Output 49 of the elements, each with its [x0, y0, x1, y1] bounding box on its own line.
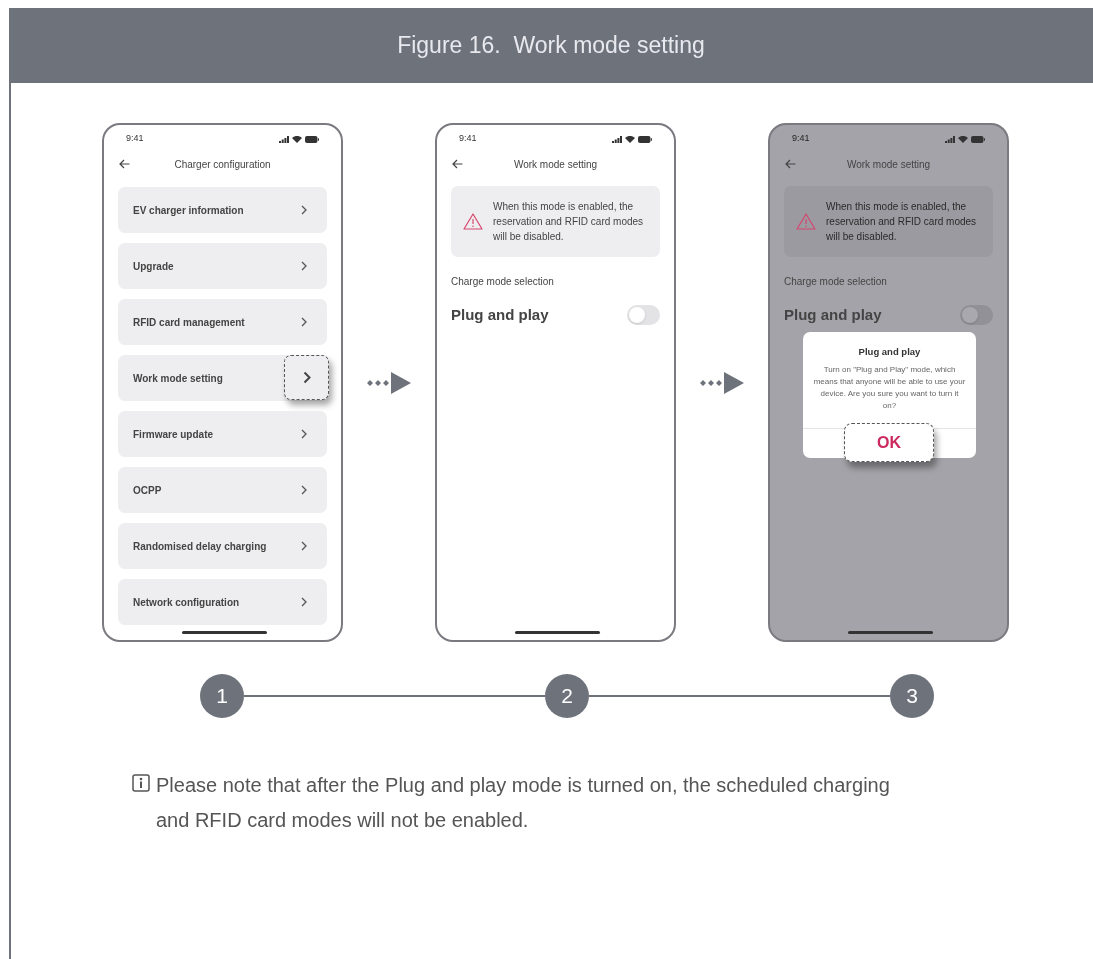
chevron-icon [302, 371, 311, 384]
step-number: 3 [890, 674, 934, 718]
menu-item[interactable]: Firmware update [118, 411, 327, 457]
screen-title: Charger configuration [174, 157, 271, 172]
step-number: 1 [200, 674, 244, 718]
menu-item[interactable]: RFID card management [118, 299, 327, 345]
info-icon [132, 774, 150, 792]
signal-icon [612, 135, 622, 143]
wifi-icon [958, 135, 968, 143]
dialog-title: Plug and play [858, 345, 921, 359]
menu-item[interactable]: Network configuration [118, 579, 327, 625]
warning-icon [796, 213, 816, 230]
option-label: Plug and play [784, 305, 882, 325]
menu-item[interactable]: Work mode setting [118, 355, 327, 401]
warning-text: When this mode is enabled, the reservation and RFID card modes will be disabled. [493, 200, 645, 244]
toggle-switch[interactable] [627, 305, 660, 326]
back-arrow-icon[interactable] [785, 159, 796, 169]
signal-icon [945, 135, 955, 143]
figure-title: Figure 16. Work mode setting [397, 31, 705, 61]
note-text: Please note that after the Plug and play mode is turned on, the scheduled charging and RFID card modes will not be enabled. [156, 773, 891, 833]
battery-icon [971, 135, 985, 143]
menu-item[interactable]: Upgrade [118, 243, 327, 289]
warning-text: When this mode is enabled, the reservation and RFID card modes will be disabled. [826, 200, 978, 244]
screen-title: Work mode setting [846, 157, 931, 172]
battery-icon [305, 135, 319, 143]
signal-icon [279, 135, 289, 143]
ok-button[interactable]: OK [844, 423, 934, 462]
section-label: Charge mode selection [451, 275, 554, 289]
menu-item[interactable]: OCPP [118, 467, 327, 513]
section-label: Charge mode selection [784, 275, 887, 289]
battery-icon [638, 135, 652, 143]
wifi-icon [625, 135, 635, 143]
back-arrow-icon[interactable] [452, 159, 463, 169]
wifi-icon [292, 135, 302, 143]
toggle-switch[interactable] [960, 305, 993, 326]
screen-title: Work mode setting [513, 157, 598, 172]
status-time: 9:41 [459, 132, 477, 146]
status-time: 9:41 [126, 132, 144, 146]
next-arrow-icon [700, 371, 744, 394]
status-time: 9:41 [792, 132, 810, 146]
chevron-highlight[interactable] [284, 355, 329, 400]
menu-item[interactable]: EV charger information [118, 187, 327, 233]
step-number: 2 [545, 674, 589, 718]
option-label: Plug and play [451, 305, 549, 325]
next-arrow-icon [367, 371, 411, 394]
dialog-message: Turn on "Plug and Play" mode, which means that anyone will be able to use your device. Are you sure you want to turn it on? [813, 364, 966, 413]
back-arrow-icon[interactable] [119, 159, 130, 169]
warning-icon [463, 213, 483, 230]
menu-item[interactable]: Randomised delay charging [118, 523, 327, 569]
